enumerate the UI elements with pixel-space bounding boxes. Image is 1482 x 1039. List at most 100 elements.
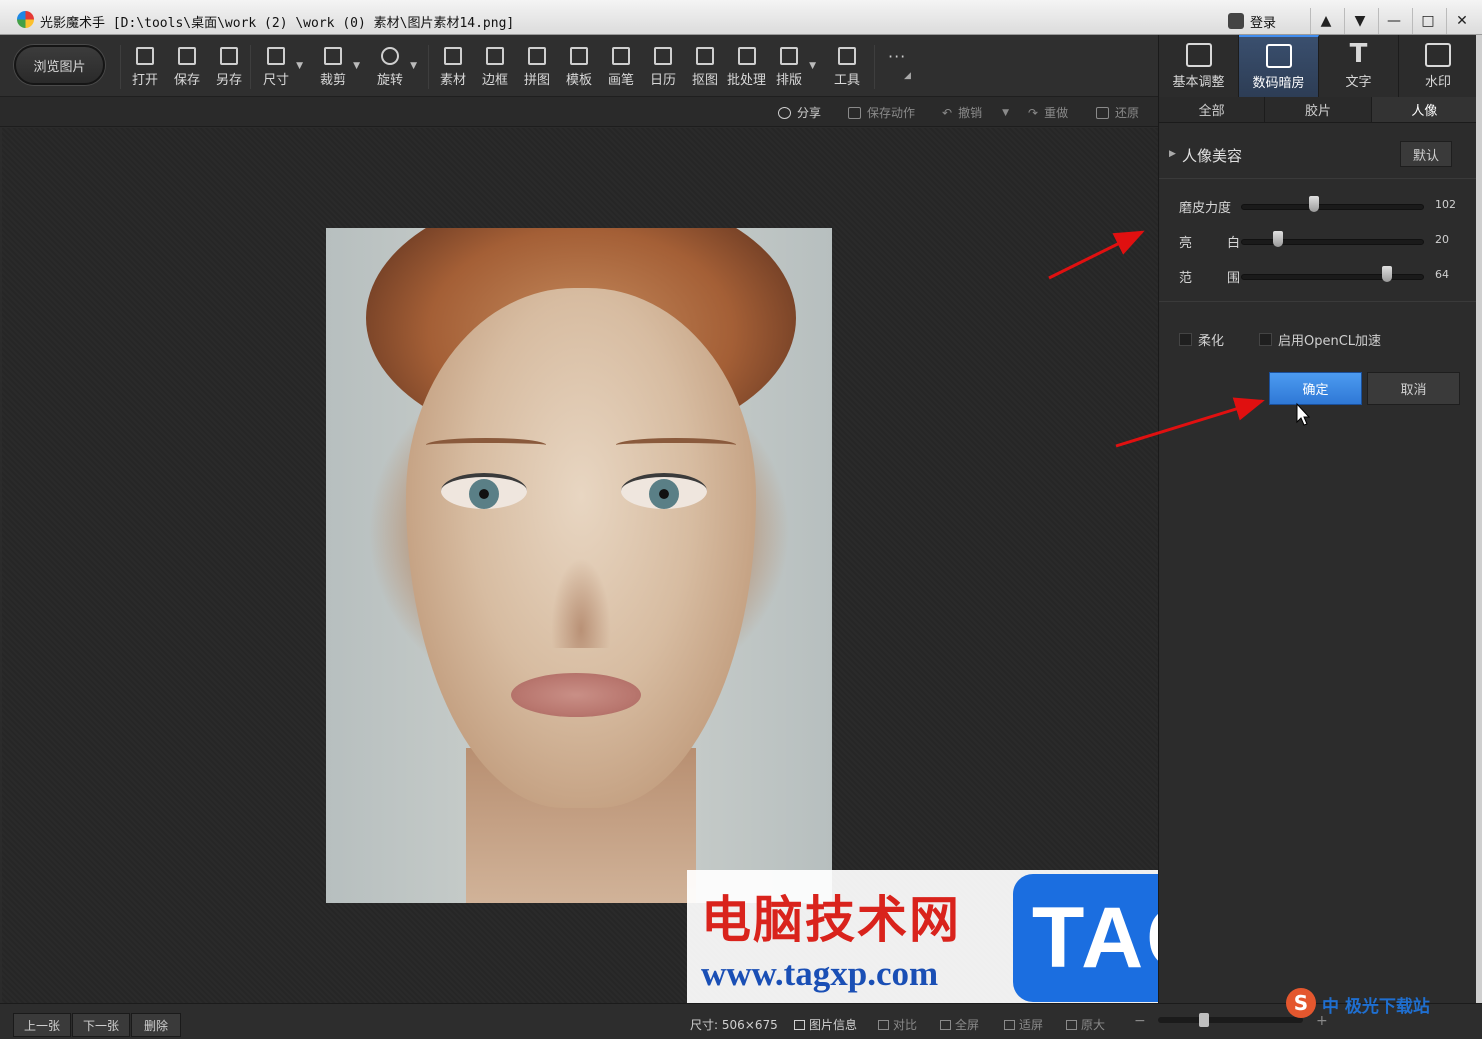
restore-button[interactable]: 还原 xyxy=(1096,104,1139,121)
material-button[interactable]: 素材 xyxy=(440,47,466,89)
rotate-button[interactable]: 旋转 ▼ xyxy=(377,47,417,89)
batch-label: 批处理 xyxy=(727,73,767,88)
slider-smoothing-label: 磨皮力度 xyxy=(1179,201,1232,216)
login-button[interactable]: 登录 xyxy=(1228,8,1308,34)
expand-corner-icon[interactable]: ◢ xyxy=(904,71,911,81)
collage-button[interactable]: 拼图 xyxy=(524,47,550,89)
subtab-portrait[interactable]: 人像 xyxy=(1371,97,1477,122)
cancel-button[interactable]: 取消 xyxy=(1367,372,1460,405)
border-label: 边框 xyxy=(482,73,509,88)
save-button[interactable]: 保存 xyxy=(174,47,200,89)
chevron-down-icon[interactable]: ▼ xyxy=(1002,108,1009,118)
tools-label: 工具 xyxy=(834,73,861,88)
photo-left-brow xyxy=(426,438,546,452)
toolbar-divider xyxy=(250,45,251,89)
menu-button[interactable]: ▼ xyxy=(1344,8,1375,34)
login-label: 登录 xyxy=(1250,15,1277,31)
confirm-button[interactable]: 确定 xyxy=(1269,372,1362,405)
close-button[interactable]: ✕ xyxy=(1446,8,1477,34)
opencl-checkbox[interactable]: 启用OpenCL加速 xyxy=(1259,330,1381,349)
undo-button[interactable]: ↶ 撤销 ▼ xyxy=(942,104,1009,121)
save-as-icon xyxy=(220,47,238,65)
tab-digital-darkroom[interactable]: 数码暗房 xyxy=(1239,35,1319,97)
user-icon xyxy=(1228,13,1244,29)
crop-button[interactable]: 裁剪 ▼ xyxy=(320,47,360,89)
zoom-slider-thumb[interactable] xyxy=(1199,1013,1209,1027)
redo-label: 重做 xyxy=(1044,106,1069,120)
tab-text[interactable]: T 文字 xyxy=(1319,35,1399,97)
info-icon xyxy=(794,1019,805,1030)
subtab-all[interactable]: 全部 xyxy=(1159,97,1266,122)
template-button[interactable]: 模板 xyxy=(566,47,592,89)
text-t-icon: T xyxy=(1349,38,1368,69)
checkbox-box[interactable] xyxy=(1259,333,1272,346)
portrait-photo[interactable] xyxy=(326,228,832,903)
cutout-button[interactable]: 抠图 xyxy=(692,47,718,89)
calendar-button[interactable]: 日历 xyxy=(650,47,676,89)
share-button[interactable]: 分享 xyxy=(778,104,821,121)
slider-brightness-track[interactable] xyxy=(1241,239,1424,245)
fit-screen-icon xyxy=(1004,1019,1015,1030)
compare-button[interactable]: 对比 xyxy=(878,1016,917,1033)
photo-right-eye xyxy=(621,473,707,509)
app-logo-icon xyxy=(17,11,34,28)
chevron-down-icon[interactable]: ▼ xyxy=(410,61,417,71)
batch-button[interactable]: 批处理 xyxy=(727,47,766,89)
fullscreen-label: 全屏 xyxy=(955,1018,980,1032)
zoom-out-button[interactable]: − xyxy=(1134,1013,1146,1029)
default-button[interactable]: 默认 xyxy=(1400,141,1452,167)
border-icon xyxy=(486,47,504,65)
prev-image-button[interactable]: 上一张 xyxy=(13,1013,72,1037)
more-button[interactable]: ··· xyxy=(888,47,906,66)
slider-brightness-thumb[interactable] xyxy=(1272,231,1283,247)
fullscreen-button[interactable]: 全屏 xyxy=(940,1016,979,1033)
checkbox-box[interactable] xyxy=(1179,333,1192,346)
next-image-button[interactable]: 下一张 xyxy=(72,1013,131,1037)
save-action-button[interactable]: 保存动作 xyxy=(848,104,915,121)
browse-images-button[interactable]: 浏览图片 xyxy=(14,45,105,85)
save-action-label: 保存动作 xyxy=(867,106,916,120)
resize-button[interactable]: 尺寸 ▼ xyxy=(263,47,303,89)
slider-range-thumb[interactable] xyxy=(1382,266,1393,282)
right-panel: 基本调整 数码暗房 T 文字 水印 全部 胶片 人像 ▶ 人像美容 默认 磨皮力度… xyxy=(1158,35,1477,1003)
calendar-icon xyxy=(654,47,672,65)
toolbar-divider xyxy=(874,45,875,89)
redo-icon: ↷ xyxy=(1028,105,1039,120)
brush-button[interactable]: 画笔 xyxy=(608,47,634,89)
original-size-button[interactable]: 原大 xyxy=(1066,1016,1105,1033)
corner-logo-text: 中 极光下载站 xyxy=(1322,997,1430,1017)
undo-label: 撤销 xyxy=(958,106,983,120)
template-icon xyxy=(570,47,588,65)
skin-button[interactable]: ▲ xyxy=(1310,8,1341,34)
chevron-down-icon[interactable]: ▼ xyxy=(296,61,303,71)
slider-smoothing-thumb[interactable] xyxy=(1309,196,1320,212)
share-icon xyxy=(778,106,791,119)
zoom-slider-track[interactable] xyxy=(1158,1017,1303,1023)
layout-button[interactable]: 排版 ▼ xyxy=(776,47,816,89)
slider-smoothing-track[interactable] xyxy=(1241,204,1424,210)
tab-basic-adjust[interactable]: 基本调整 xyxy=(1159,35,1239,97)
maximize-button[interactable]: □ xyxy=(1412,8,1443,34)
tab-watermark[interactable]: 水印 xyxy=(1399,35,1477,97)
subtab-film[interactable]: 胶片 xyxy=(1265,97,1372,122)
tools-button[interactable]: 工具 xyxy=(834,47,860,89)
open-icon xyxy=(136,47,154,65)
slider-range-label2: 围 xyxy=(1227,271,1241,286)
grid-icon xyxy=(528,47,546,65)
minimize-button[interactable]: — xyxy=(1378,8,1409,34)
image-info-button[interactable]: 图片信息 xyxy=(794,1016,857,1033)
slider-range-track[interactable] xyxy=(1241,274,1424,280)
delete-image-button[interactable]: 删除 xyxy=(131,1013,182,1037)
soften-checkbox[interactable]: 柔化 xyxy=(1179,330,1224,349)
save-as-button[interactable]: 另存 xyxy=(216,47,242,89)
chevron-down-icon[interactable]: ▼ xyxy=(809,61,816,71)
chevron-down-icon[interactable]: ▼ xyxy=(353,61,360,71)
compare-label: 对比 xyxy=(893,1018,918,1032)
image-size-readout: 尺寸: 506×675 xyxy=(690,1016,778,1033)
border-button[interactable]: 边框 xyxy=(482,47,508,89)
open-button[interactable]: 打开 xyxy=(132,47,158,89)
brush-icon xyxy=(612,47,630,65)
portrait-beauty-section[interactable]: ▶ 人像美容 默认 xyxy=(1159,135,1477,173)
fit-screen-button[interactable]: 适屏 xyxy=(1004,1016,1043,1033)
redo-button[interactable]: ↷ 重做 xyxy=(1028,104,1068,121)
